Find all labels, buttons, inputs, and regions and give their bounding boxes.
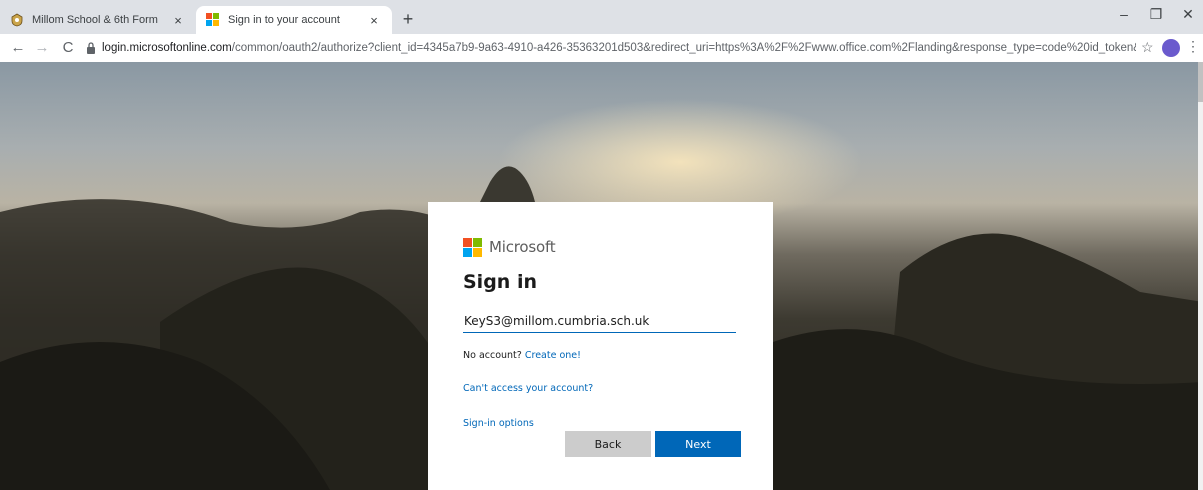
no-account-text: No account? — [463, 350, 525, 361]
bookmark-star-icon[interactable]: ☆ — [1141, 39, 1154, 56]
scrollbar-thumb[interactable] — [1198, 62, 1203, 102]
signin-card: Microsoft Sign in No account? Create one… — [428, 202, 773, 490]
page-background: Microsoft Sign in No account? Create one… — [0, 62, 1203, 490]
address-bar[interactable]: login.microsoftonline.com/common/oauth2/… — [86, 37, 1136, 59]
microsoft-logo-icon — [206, 13, 220, 27]
school-crest-icon — [11, 13, 23, 27]
back-arrow-icon[interactable]: ← — [8, 39, 28, 57]
url-path: /common/oauth2/authorize?client_id=4345a… — [231, 42, 1136, 54]
tab-sign-in[interactable]: Sign in to your account × — [196, 6, 392, 34]
back-button[interactable]: Back — [565, 431, 651, 457]
minimize-button[interactable]: – — [1112, 6, 1136, 22]
create-account-link[interactable]: Create one! — [525, 350, 581, 361]
tab-title: Millom School & 6th Form — [32, 14, 158, 26]
page-scrollbar[interactable] — [1198, 62, 1203, 490]
forward-arrow-icon[interactable]: → — [32, 39, 52, 57]
restore-button[interactable]: ❐ — [1144, 6, 1168, 23]
close-tab-icon[interactable]: × — [170, 13, 186, 28]
tab-title: Sign in to your account — [228, 14, 340, 26]
no-account-row: No account? Create one! — [463, 350, 737, 361]
browser-menu-icon[interactable]: ⋮ — [1186, 38, 1200, 55]
browser-toolbar: ← → C login.microsoftonline.com/common/o… — [0, 34, 1203, 62]
profile-avatar-icon[interactable] — [1162, 39, 1180, 57]
next-button[interactable]: Next — [655, 431, 741, 457]
microsoft-logo-icon — [463, 237, 482, 257]
signin-options-link[interactable]: Sign-in options — [463, 418, 534, 429]
close-tab-icon[interactable]: × — [366, 13, 382, 28]
microsoft-brand: Microsoft — [463, 236, 737, 258]
lock-icon — [87, 42, 95, 54]
tab-strip: Millom School & 6th Form × Sign in to yo… — [0, 0, 1203, 34]
button-row: Back Next — [565, 431, 741, 457]
reload-icon[interactable]: C — [58, 39, 78, 57]
email-field[interactable] — [463, 309, 736, 333]
brand-name: Microsoft — [489, 238, 556, 256]
page-title: Sign in — [463, 271, 537, 293]
tab-millom-school[interactable]: Millom School & 6th Form × — [0, 6, 196, 34]
window-close-button[interactable]: ✕ — [1176, 6, 1200, 23]
new-tab-button[interactable]: + — [398, 9, 418, 30]
cant-access-link[interactable]: Can't access your account? — [463, 383, 593, 394]
url-domain: login.microsoftonline.com — [102, 42, 232, 54]
